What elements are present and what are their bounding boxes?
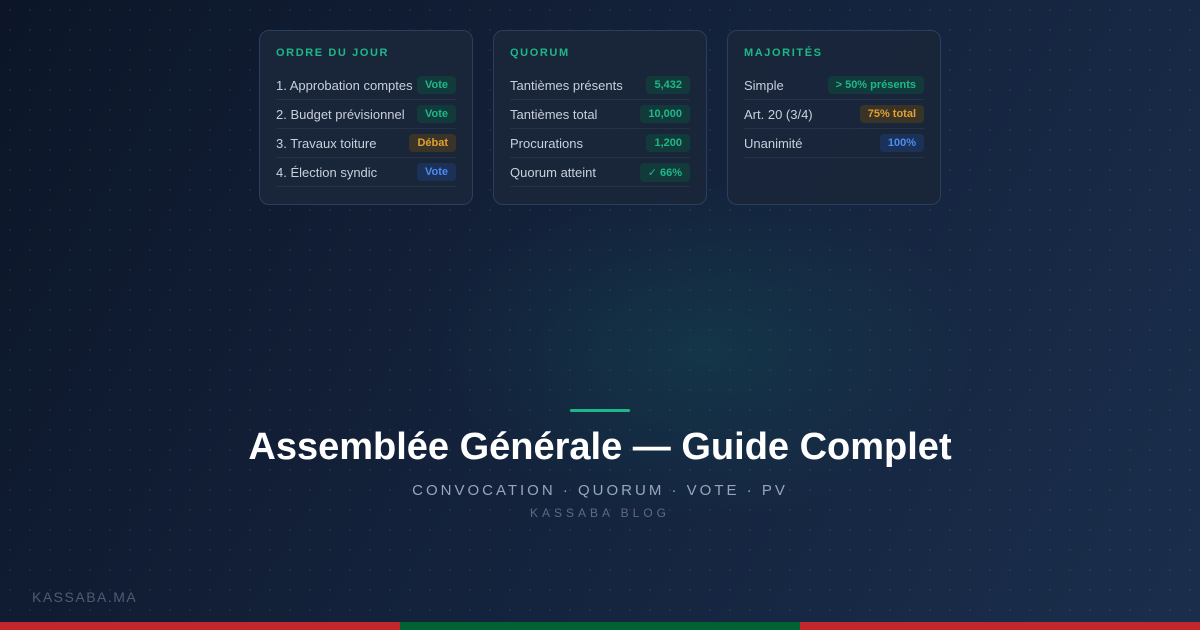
card-title: QUORUM bbox=[510, 47, 570, 59]
list-item: 3. Travaux toiture Débat bbox=[276, 129, 456, 158]
agenda-card: ORDRE DU JOUR 1. Approbation comptes Vot… bbox=[259, 30, 473, 205]
card-title: MAJORITÉS bbox=[744, 47, 823, 59]
row-label: Unanimité bbox=[744, 135, 803, 151]
row-label: Procurations bbox=[510, 135, 583, 151]
value-badge: 1,200 bbox=[646, 134, 690, 152]
list-item: Quorum atteint ✓ 66% bbox=[510, 158, 690, 187]
status-badge: Vote bbox=[416, 163, 456, 181]
status-badge: Débat bbox=[409, 134, 456, 152]
value-badge: > 50% présents bbox=[827, 76, 924, 94]
value-badge: 5,432 bbox=[646, 76, 690, 94]
row-label: Tantièmes total bbox=[510, 106, 598, 122]
flag-stripe-red-right bbox=[800, 622, 1200, 630]
value-badge: 75% total bbox=[859, 105, 924, 123]
flag-stripe-red-left bbox=[0, 622, 400, 630]
list-item: Tantièmes présents 5,432 bbox=[510, 71, 690, 100]
page-title: Assemblée Générale — Guide Complet bbox=[248, 426, 952, 468]
list-item: Unanimité 100% bbox=[744, 129, 924, 158]
quorum-card: QUORUM Tantièmes présents 5,432 Tantième… bbox=[493, 30, 707, 205]
value-badge: 10,000 bbox=[640, 105, 690, 123]
flag-stripe-green bbox=[400, 622, 800, 630]
majorities-card: MAJORITÉS Simple > 50% présents Art. 20 … bbox=[727, 30, 941, 205]
site-watermark: KASSABA.MA bbox=[32, 589, 138, 605]
value-badge: 100% bbox=[879, 134, 924, 152]
row-label: Simple bbox=[744, 77, 784, 93]
status-badge: Vote bbox=[416, 105, 456, 123]
row-label: 1. Approbation comptes bbox=[276, 77, 413, 93]
value-badge: ✓ 66% bbox=[639, 162, 690, 182]
list-item: 2. Budget prévisionnel Vote bbox=[276, 100, 456, 129]
list-item: Procurations 1,200 bbox=[510, 129, 690, 158]
blog-label: KASSABA BLOG bbox=[529, 506, 671, 520]
list-item: Simple > 50% présents bbox=[744, 71, 924, 100]
row-label: 4. Élection syndic bbox=[276, 164, 378, 180]
list-item: Art. 20 (3/4) 75% total bbox=[744, 100, 924, 129]
list-item: Tantièmes total 10,000 bbox=[510, 100, 690, 129]
status-badge: Vote bbox=[416, 76, 456, 94]
background-glow bbox=[420, 180, 980, 520]
list-item: 1. Approbation comptes Vote bbox=[276, 71, 456, 100]
card-title: ORDRE DU JOUR bbox=[276, 47, 390, 59]
row-label: Quorum atteint bbox=[510, 164, 596, 180]
flag-color-bar bbox=[0, 622, 1200, 630]
info-cards: ORDRE DU JOUR 1. Approbation comptes Vot… bbox=[259, 30, 941, 205]
accent-divider bbox=[570, 409, 630, 412]
row-label: 3. Travaux toiture bbox=[276, 135, 377, 151]
row-label: Tantièmes présents bbox=[510, 77, 623, 93]
list-item: 4. Élection syndic Vote bbox=[276, 158, 456, 187]
row-label: Art. 20 (3/4) bbox=[744, 106, 813, 122]
row-label: 2. Budget prévisionnel bbox=[276, 106, 405, 122]
page-subtitle: CONVOCATION · QUORUM · VOTE · PV bbox=[412, 482, 788, 499]
